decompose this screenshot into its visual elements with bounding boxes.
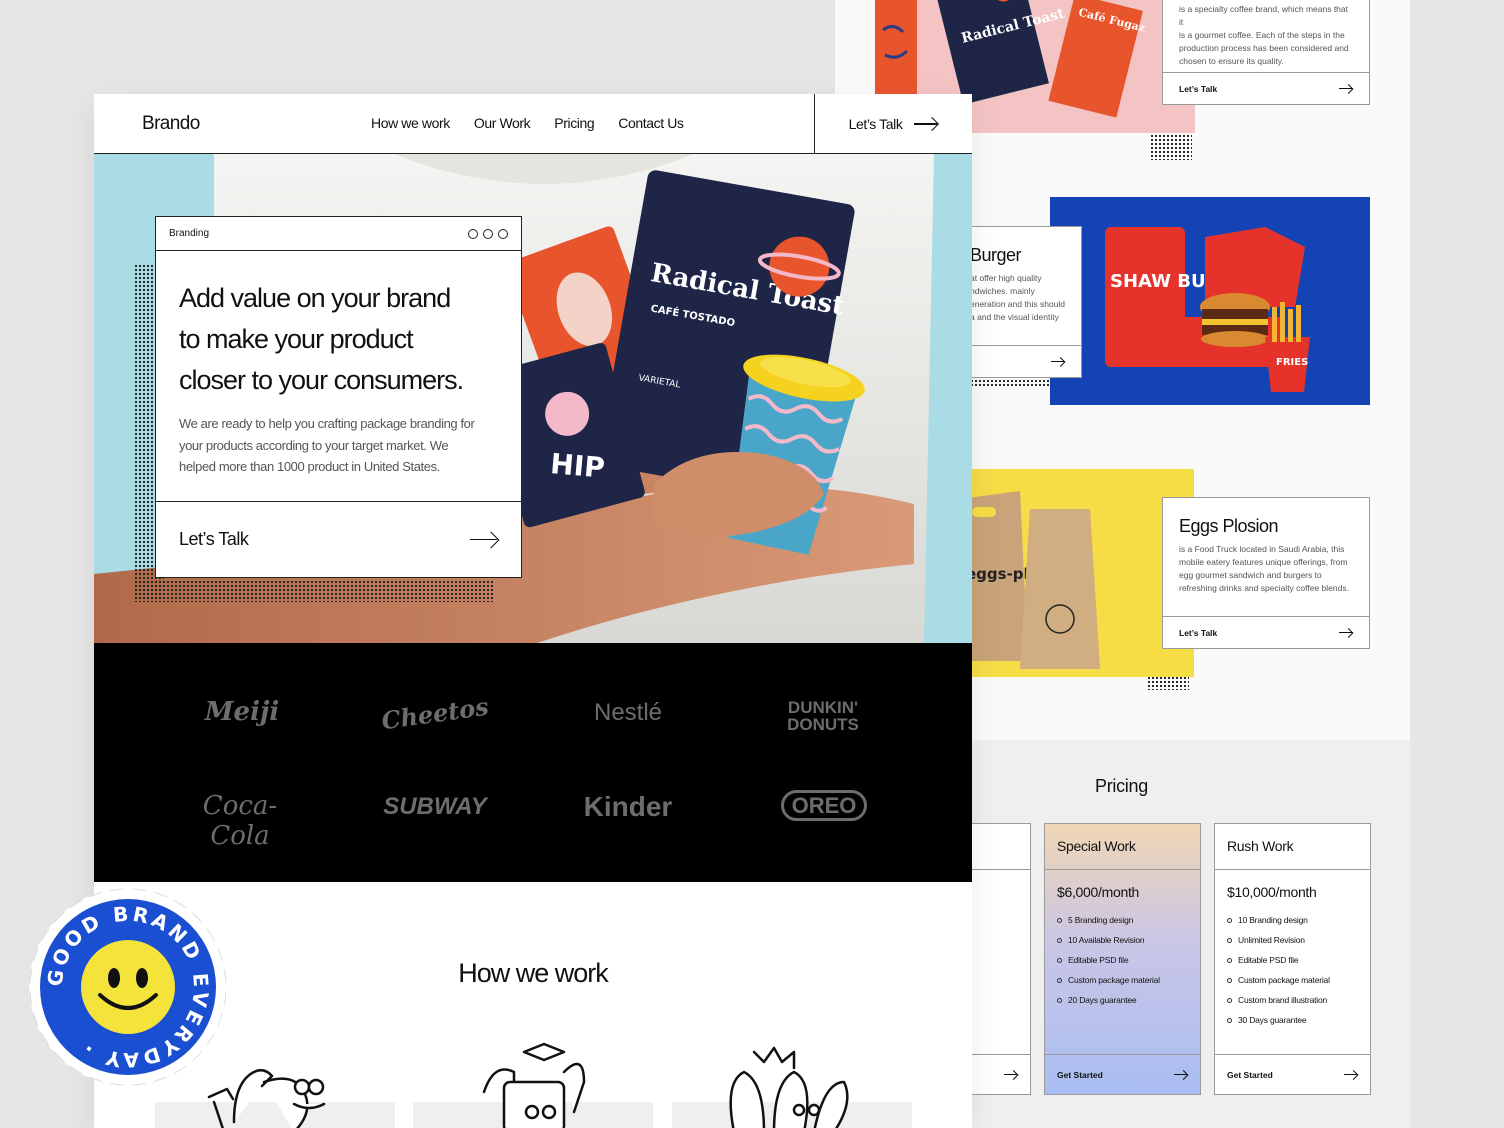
smiley-eye: [108, 968, 120, 988]
bullet-icon: [1227, 957, 1232, 963]
client-logos-section: Meiji Cheetos Nestlé DUNKIN' DONUTS Coca…: [94, 643, 972, 882]
smiley-face-icon: [79, 938, 177, 1036]
hero-section: Radical Toast CAFÉ TOSTADO VARIETAL HIP: [94, 154, 972, 643]
arrow-right-icon: [914, 117, 938, 131]
bullet-icon: [1057, 937, 1062, 943]
pricing-plan-rush: Rush Work $10,000/month 10 Branding desi…: [1214, 823, 1371, 1095]
eggs-lets-talk-button[interactable]: Let’s Talk: [1163, 616, 1369, 648]
plan-feature: 30 Days guarantee: [1227, 1010, 1358, 1030]
package-hip-text: HIP: [549, 447, 606, 485]
plan-price: $6,000/month: [1057, 884, 1140, 900]
plan-feature: 20 Days guarantee: [1057, 990, 1188, 1010]
plan-name: Rush Work: [1215, 824, 1370, 870]
plan-feature: 10 Branding design: [1227, 910, 1358, 930]
arrow-right-icon: [1344, 1070, 1358, 1080]
coffee-lets-talk-button[interactable]: Let’s Talk: [1163, 72, 1369, 104]
arrow-right-icon: [1339, 628, 1353, 638]
plan-feature: Custom package material: [1057, 970, 1188, 990]
plan-features: 10 Branding design Unlimited Revision Ed…: [1215, 910, 1370, 1030]
navbar: Brando How we work Our Work Pricing Cont…: [94, 94, 972, 154]
hero-card: Branding Add value on your brand to make…: [155, 216, 522, 578]
plan-feature: Custom package material: [1227, 970, 1358, 990]
eggs-project-card: Eggs Plosion is a Food Truck located in …: [1162, 497, 1370, 649]
good-brand-everyday-badge: GOOD BRAND EVERYDAY ·: [29, 888, 227, 1086]
nav-link-how-we-work[interactable]: How we work: [371, 115, 450, 131]
subway-logo: SUBWAY: [383, 793, 487, 820]
burger-project-photo: SHAW BURG FRIES: [1050, 197, 1370, 405]
eggs-project-description: is a Food Truck located in Saudi Arabia,…: [1179, 544, 1349, 593]
plan-feature: 5 Branding design: [1057, 910, 1188, 930]
coffee-project-description: is a specialty coffee brand, which means…: [1179, 4, 1349, 66]
nav-link-our-work[interactable]: Our Work: [474, 115, 531, 131]
coffee-project-card: is a specialty coffee brand, which means…: [1162, 0, 1370, 105]
burger-packaging-illustration: SHAW BURG FRIES: [1105, 227, 1310, 392]
bullet-icon: [1227, 997, 1232, 1003]
plan-feature: Editable PSD file: [1057, 950, 1188, 970]
coca-cola-logo: Coca-Cola: [202, 791, 278, 851]
nestle-logo: Nestlé: [593, 699, 663, 726]
window-dots-icon: [468, 228, 508, 239]
oreo-logo: OREO: [759, 790, 889, 821]
special-get-started-button[interactable]: Get Started: [1045, 1054, 1200, 1094]
eggs-project-title: Eggs Plosion: [1179, 516, 1279, 536]
plan-feature: Editable PSD file: [1227, 950, 1358, 970]
nav-links: How we work Our Work Pricing Contact Us: [371, 115, 684, 131]
arrow-right-icon: [1339, 84, 1353, 94]
plan-feature: Custom brand illustration: [1227, 990, 1358, 1010]
dot-pattern: [134, 580, 494, 602]
nav-link-contact-us[interactable]: Contact Us: [618, 115, 684, 131]
plan-price: $10,000/month: [1227, 884, 1317, 900]
pricing-plan-special: Special Work $6,000/month 5 Branding des…: [1044, 823, 1201, 1095]
bullet-icon: [1227, 917, 1232, 923]
bullet-icon: [1057, 997, 1062, 1003]
hero-card-header: Branding: [156, 217, 521, 251]
bullet-icon: [1227, 937, 1232, 943]
rush-get-started-button[interactable]: Get Started: [1215, 1054, 1370, 1094]
arrow-right-icon: [1051, 357, 1065, 367]
meiji-logo: Meiji: [204, 697, 280, 727]
brand-logo[interactable]: Brando: [142, 113, 200, 135]
hero-headline: Add value on your brand to make your pro…: [179, 283, 464, 395]
arrow-right-icon: [1004, 1070, 1018, 1080]
bullet-icon: [1057, 957, 1062, 963]
arrow-right-icon: [470, 532, 498, 548]
bullet-icon: [1057, 977, 1062, 983]
pricing-title: Pricing: [1095, 776, 1148, 796]
hero-card-tag: Branding: [169, 228, 210, 239]
plan-feature: Unlimited Revision: [1227, 930, 1358, 950]
kinder-logo: Kinder: [583, 791, 673, 822]
smiley-eye: [136, 968, 148, 988]
fries-text: FRIES: [1276, 357, 1308, 368]
arrow-right-icon: [1174, 1070, 1188, 1080]
nav-lets-talk-button[interactable]: Let’s Talk: [814, 94, 972, 154]
bullet-icon: [1057, 917, 1062, 923]
hero-lets-talk-button[interactable]: Let’s Talk: [156, 501, 521, 577]
plan-features: 5 Branding design 10 Available Revision …: [1045, 910, 1200, 1010]
nav-link-pricing[interactable]: Pricing: [554, 115, 594, 131]
hero-description: We are ready to help you crafting packag…: [179, 416, 475, 474]
bullet-icon: [1227, 977, 1232, 983]
plan-name: Special Work: [1045, 824, 1200, 870]
cheetos-logo: Cheetos: [379, 691, 491, 736]
bullet-icon: [1227, 1017, 1232, 1023]
dunkin-donuts-logo: DUNKIN' DONUTS: [787, 698, 859, 734]
plan-feature: 10 Available Revision: [1057, 930, 1188, 950]
